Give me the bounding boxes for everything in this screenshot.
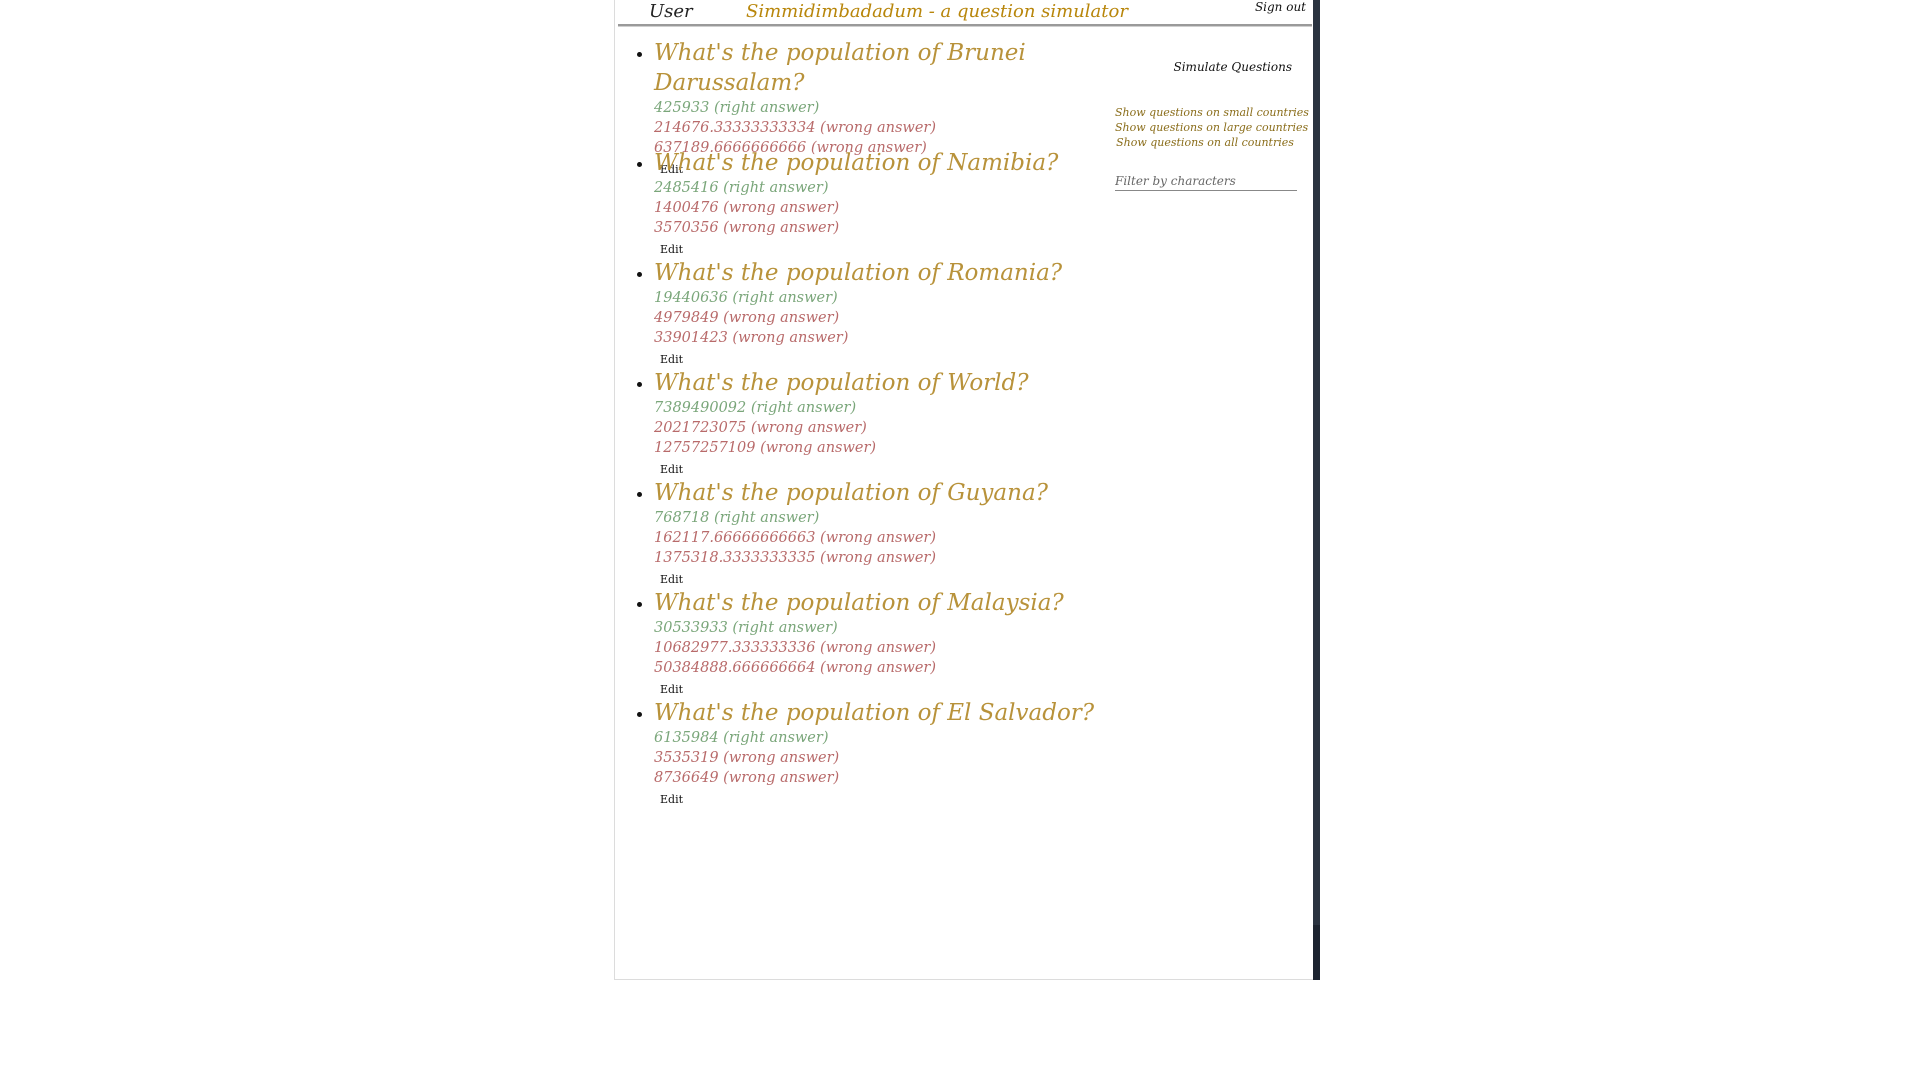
question-item: What's the population of Brunei Darussal…: [654, 38, 1174, 176]
wrong-answer: 214676.33333333334 (wrong answer): [654, 120, 937, 136]
wrong-answer: 1375318.3333333335 (wrong answer): [654, 550, 937, 566]
right-answer: 7389490092 (right answer): [654, 400, 857, 416]
right-answer: 2485416 (right answer): [654, 180, 829, 196]
right-answer: 6135984 (right answer): [654, 730, 829, 746]
question-item: What's the population of World? 73894900…: [654, 368, 1174, 478]
filter-links: Show questions on small countries Show q…: [1115, 105, 1309, 150]
wrong-answer: 33901423 (wrong answer): [654, 330, 849, 346]
wrong-answer: 2021723075 (wrong answer): [654, 420, 867, 436]
question-item: What's the population of Namibia? 248541…: [654, 148, 1174, 258]
edit-button[interactable]: Edit: [660, 793, 683, 807]
question-title: What's the population of World?: [654, 370, 1029, 396]
question-item: What's the population of Romania? 194406…: [654, 258, 1174, 368]
filter-characters-input[interactable]: [1115, 172, 1297, 191]
scrollbar-thumb[interactable]: [1313, 925, 1320, 980]
question-item: What's the population of Guyana? 768718 …: [654, 478, 1174, 588]
user-label: User: [649, 1, 693, 22]
wrong-answer: 4979849 (wrong answer): [654, 310, 840, 326]
edit-button[interactable]: Edit: [660, 573, 683, 587]
sign-out-link[interactable]: Sign out: [1255, 0, 1306, 14]
edit-button[interactable]: Edit: [660, 353, 683, 367]
wrong-answer: 3535319 (wrong answer): [654, 750, 840, 766]
wrong-answer: 162117.66666666663 (wrong answer): [654, 530, 937, 546]
scrollbar-track[interactable]: [1313, 0, 1320, 980]
question-list: What's the population of Brunei Darussal…: [630, 38, 1174, 808]
wrong-answer: 12757257109 (wrong answer): [654, 440, 877, 456]
right-answer: 19440636 (right answer): [654, 290, 838, 306]
app-title: Simmidimbadadum - a question simulator: [746, 1, 1128, 22]
wrong-answer: 10682977.333333336 (wrong answer): [654, 640, 937, 656]
question-title: What's the population of El Salvador?: [654, 700, 1095, 726]
top-header: User Simmidimbadadum - a question simula…: [618, 0, 1312, 26]
wrong-answer: 1400476 (wrong answer): [654, 200, 840, 216]
question-item: What's the population of Malaysia? 30533…: [654, 588, 1174, 698]
wrong-answer: 8736649 (wrong answer): [654, 770, 840, 786]
filter-all-countries-link[interactable]: Show questions on all countries: [1115, 135, 1295, 150]
question-title: What's the population of Namibia?: [654, 150, 1059, 176]
question-title: What's the population of Guyana?: [654, 480, 1048, 506]
simulate-questions-link[interactable]: Simulate Questions: [1174, 60, 1293, 74]
edit-button[interactable]: Edit: [660, 243, 683, 257]
filter-small-countries-link[interactable]: Show questions on small countries: [1115, 105, 1309, 120]
question-item: What's the population of El Salvador? 61…: [654, 698, 1174, 808]
right-answer: 425933 (right answer): [654, 100, 820, 116]
question-title: What's the population of Malaysia?: [654, 590, 1064, 616]
wrong-answer: 50384888.666666664 (wrong answer): [654, 660, 937, 676]
filter-large-countries-link[interactable]: Show questions on large countries: [1115, 120, 1308, 135]
wrong-answer: 3570356 (wrong answer): [654, 220, 840, 236]
question-title: What's the population of Brunei Darussal…: [654, 40, 1026, 96]
question-title: What's the population of Romania?: [654, 260, 1063, 286]
right-answer: 768718 (right answer): [654, 510, 820, 526]
edit-button[interactable]: Edit: [660, 463, 683, 477]
edit-button[interactable]: Edit: [660, 683, 683, 697]
right-answer: 30533933 (right answer): [654, 620, 838, 636]
